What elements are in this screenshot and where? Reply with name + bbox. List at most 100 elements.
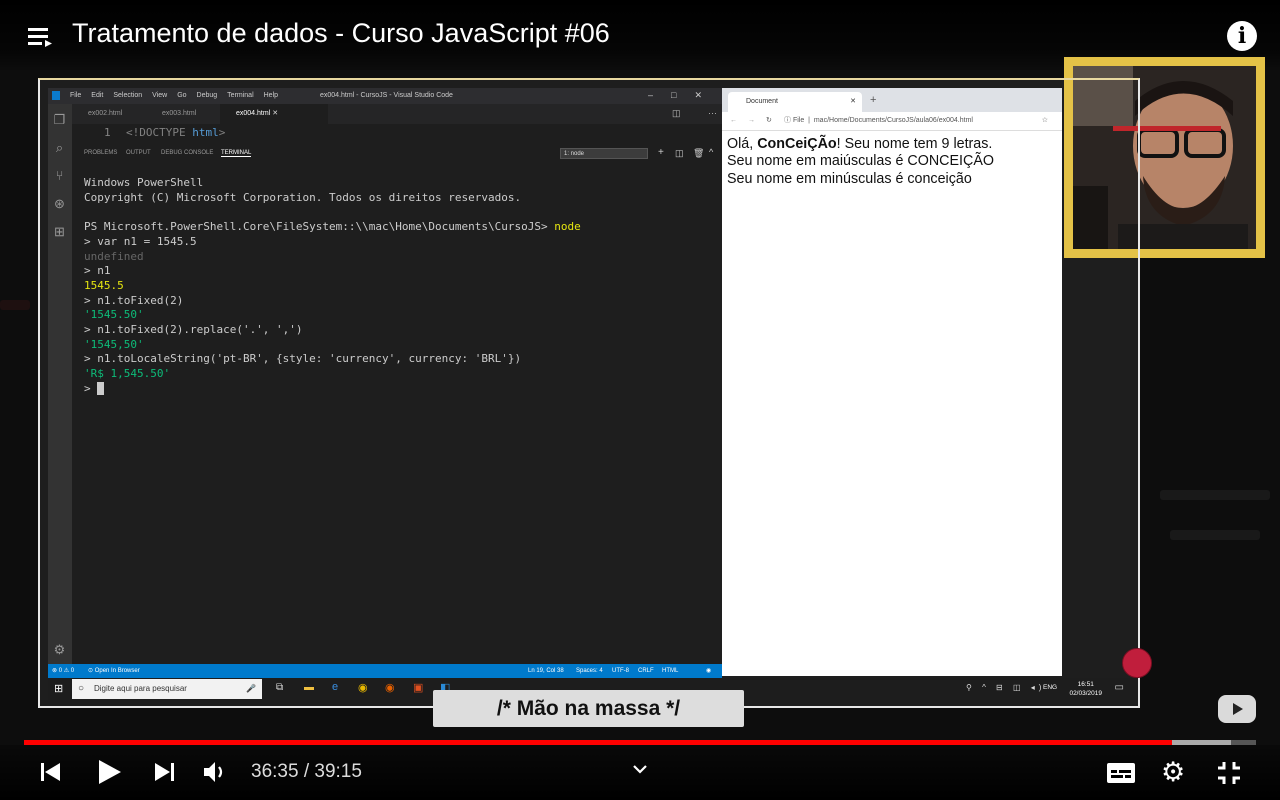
page-content: Olá, ConCeiÇÃo! Seu nome tem 9 letras. S… bbox=[727, 136, 1057, 188]
menu-help[interactable]: Help bbox=[264, 92, 278, 99]
editor-line-1[interactable]: 1 <!DOCTYPE html> bbox=[72, 124, 722, 142]
play-icon[interactable] bbox=[95, 758, 123, 791]
taskbar-clock[interactable]: 16:51 02/03/2019 bbox=[1069, 680, 1102, 698]
new-tab-icon[interactable]: + bbox=[870, 94, 876, 106]
background-decoration bbox=[0, 300, 30, 310]
open-in-browser-button[interactable]: ⊙ Open In Browser bbox=[88, 664, 140, 678]
webcam-overlay bbox=[1064, 57, 1265, 258]
panel-tabs: PROBLEMS OUTPUT DEBUG CONSOLE TERMINAL 1… bbox=[72, 146, 722, 162]
playlist-icon[interactable] bbox=[26, 24, 54, 50]
terminal-cursor bbox=[97, 382, 105, 396]
menu-file[interactable]: File bbox=[70, 92, 81, 99]
minimize-icon[interactable]: – bbox=[648, 90, 671, 100]
taskbar-search[interactable]: ○ Digite aqui para pesquisar 🎤 bbox=[72, 679, 262, 699]
add-terminal-icon[interactable]: + bbox=[658, 147, 664, 158]
vscode-window: File Edit Selection View Go Debug Terminal Help… bbox=[48, 88, 722, 678]
app-icon[interactable]: ▣ bbox=[413, 681, 423, 694]
line-number: 1 bbox=[104, 126, 111, 139]
address-bar[interactable]: ⓘ File | mac/Home/Documents/CursoJS/aula… bbox=[784, 112, 1048, 130]
uppercase-line: Seu nome em maiúsculas é CONCEIÇÃO bbox=[727, 153, 994, 170]
extensions-icon[interactable]: ⊞ bbox=[52, 224, 67, 239]
greeting-line: Olá, ConCeiÇÃo! Seu nome tem 9 letras. bbox=[727, 136, 993, 152]
info-icon[interactable]: i bbox=[1227, 21, 1257, 51]
status-encoding[interactable]: UTF-8 bbox=[612, 664, 629, 678]
tab-output[interactable]: OUTPUT bbox=[126, 150, 151, 156]
debug-icon[interactable]: ⊛ bbox=[52, 196, 67, 211]
subtitles-icon[interactable] bbox=[1106, 760, 1136, 791]
progress-buffered bbox=[1172, 740, 1232, 745]
menu-debug[interactable]: Debug bbox=[197, 92, 218, 99]
menu-selection[interactable]: Selection bbox=[113, 92, 142, 99]
browser-toolbar: ← → ↻ ⓘ File | mac/Home/Documents/CursoJ… bbox=[722, 112, 1062, 131]
source-control-icon[interactable]: ⑂ bbox=[52, 168, 67, 183]
bell-icon[interactable]: ◉ bbox=[706, 664, 711, 678]
status-language[interactable]: HTML bbox=[662, 664, 678, 678]
microphone-icon[interactable]: 🎤 bbox=[246, 679, 256, 699]
previous-icon[interactable] bbox=[38, 760, 64, 789]
maximize-icon[interactable]: □ bbox=[671, 90, 694, 100]
notifications-icon[interactable]: ▭ bbox=[1115, 682, 1124, 693]
reload-icon[interactable]: ↻ bbox=[766, 112, 772, 130]
menu-go[interactable]: Go bbox=[177, 92, 186, 99]
status-errors[interactable]: ⊗ 0 ⚠ 0 bbox=[52, 664, 74, 678]
status-position[interactable]: Ln 19, Col 38 bbox=[528, 664, 564, 678]
close-tab-icon[interactable]: ✕ bbox=[272, 110, 278, 117]
terminal-select[interactable]: 1: node bbox=[560, 148, 648, 159]
tab-debug-console[interactable]: DEBUG CONSOLE bbox=[161, 150, 213, 156]
firefox-icon[interactable]: ◉ bbox=[385, 681, 395, 694]
video-title[interactable]: Tratamento de dados - Curso JavaScript #… bbox=[72, 18, 610, 49]
code-end: > bbox=[218, 126, 226, 139]
explorer-icon[interactable]: ❐ bbox=[52, 112, 67, 127]
edge-icon[interactable]: e bbox=[332, 681, 338, 693]
split-editor-icon[interactable]: ◫ bbox=[672, 108, 681, 119]
split-terminal-icon[interactable]: ◫ bbox=[675, 148, 684, 159]
tray-icons[interactable]: ⚲ ^ ⊟ ◫ ◂) bbox=[966, 683, 1045, 692]
close-tab-icon[interactable]: ✕ bbox=[850, 92, 856, 112]
progress-played bbox=[24, 740, 1173, 745]
task-view-icon[interactable]: ⧉ bbox=[276, 682, 283, 693]
browser-tabbar: Document ✕ + bbox=[722, 88, 1062, 112]
close-icon[interactable]: ✕ bbox=[694, 90, 720, 100]
next-icon[interactable] bbox=[152, 760, 178, 789]
trash-icon[interactable]: 🗑 bbox=[693, 148, 704, 159]
tab-problems[interactable]: PROBLEMS bbox=[84, 150, 117, 156]
more-actions-icon[interactable]: ··· bbox=[708, 108, 717, 118]
menu-edit[interactable]: Edit bbox=[91, 92, 103, 99]
windows-start-icon[interactable]: ⊞ bbox=[54, 682, 63, 695]
presenter-image bbox=[1073, 66, 1256, 249]
code-attr: html bbox=[192, 126, 219, 139]
forward-icon[interactable]: → bbox=[748, 112, 755, 130]
maximize-panel-icon[interactable]: ^ bbox=[709, 147, 713, 157]
vscode-window-title: ex004.html - CursoJS - Visual Studio Cod… bbox=[320, 92, 453, 99]
bookmark-star-icon[interactable]: ☆ bbox=[1042, 112, 1048, 130]
presenter-video bbox=[1073, 66, 1256, 249]
terminal-output[interactable]: Windows PowerShell Copyright (C) Microso… bbox=[84, 176, 714, 397]
editor-tabs: ex002.html ex003.html ex004.html ✕ ◫ ··· bbox=[72, 104, 722, 124]
chevron-down-icon[interactable] bbox=[632, 762, 648, 780]
settings-icon[interactable]: ⚙ bbox=[1161, 758, 1185, 786]
file-explorer-icon[interactable]: ▬ bbox=[304, 682, 314, 693]
menu-terminal[interactable]: Terminal bbox=[227, 92, 253, 99]
tab-ex004[interactable]: ex004.html ✕ bbox=[220, 104, 328, 124]
vscode-logo-icon bbox=[52, 91, 60, 100]
vscode-menu: File Edit Selection View Go Debug Terminal Help bbox=[70, 92, 288, 99]
volume-icon[interactable] bbox=[202, 759, 228, 790]
search-icon[interactable]: ⌕ bbox=[52, 140, 67, 155]
code-tag: <!DOCTYPE bbox=[126, 126, 186, 139]
lower-third-caption: /* Mão na massa */ bbox=[433, 690, 744, 727]
lowercase-line: Seu nome em minúsculas é conceição bbox=[727, 170, 972, 187]
gear-icon[interactable]: ⚙ bbox=[52, 642, 67, 657]
language-indicator[interactable]: ENG bbox=[1043, 684, 1057, 691]
chrome-icon[interactable]: ◉ bbox=[358, 681, 368, 694]
menu-view[interactable]: View bbox=[152, 92, 167, 99]
youtube-logo-icon[interactable] bbox=[1218, 695, 1256, 723]
status-eol[interactable]: CRLF bbox=[638, 664, 654, 678]
tab-terminal[interactable]: TERMINAL bbox=[221, 150, 252, 157]
status-spaces[interactable]: Spaces: 4 bbox=[576, 664, 603, 678]
exit-fullscreen-icon[interactable] bbox=[1216, 760, 1242, 791]
browser-tab[interactable]: Document ✕ bbox=[728, 92, 862, 112]
recording-dot bbox=[1122, 648, 1152, 678]
window-controls: –□✕ bbox=[648, 90, 720, 101]
back-icon[interactable]: ← bbox=[730, 112, 737, 130]
status-bar: ⊗ 0 ⚠ 0 ⊙ Open In Browser Ln 19, Col 38 … bbox=[48, 664, 722, 678]
